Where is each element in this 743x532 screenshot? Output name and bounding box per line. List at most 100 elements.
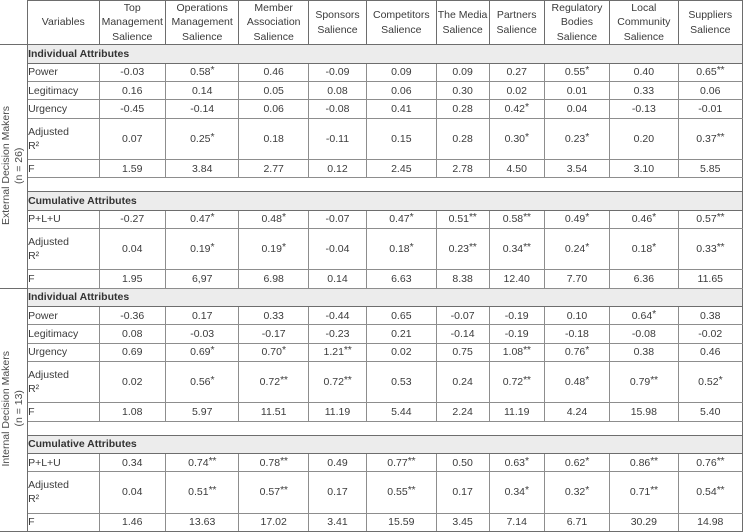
row-label: F <box>27 269 100 289</box>
table-cell: -0.36 <box>98 305 166 326</box>
row-label: Urgency <box>27 342 100 362</box>
header-col-competitors-salience: Competitors Salience <box>366 0 437 46</box>
row-label: P+L+U <box>27 209 100 229</box>
row-label: Power <box>27 62 100 83</box>
table-cell: 0.74** <box>164 452 240 473</box>
table-cell: 0.28 <box>435 117 490 161</box>
row-label: Adjusted R² <box>27 360 100 404</box>
table-cell: -0.08 <box>609 324 679 344</box>
table-cell: 0.12 <box>307 159 368 179</box>
table-cell: 0.48* <box>238 209 309 229</box>
table-cell: 0.47* <box>164 209 240 229</box>
table-cell: 0.49* <box>543 209 611 229</box>
table-cell: 1.59 <box>98 159 166 179</box>
table-cell: 0.33 <box>238 305 309 326</box>
table-cell: 0.46 <box>677 342 743 362</box>
table-cell: 8.38 <box>435 269 490 289</box>
table-row: Adjusted R² 0.02 0.56* 0.72** 0.72** 0.53 0.24 0… <box>0 360 743 404</box>
table-cell: 0.18* <box>609 227 679 271</box>
section-banner-row: External Decision Makers (n = 26) Individu… <box>0 44 743 289</box>
table-cell: 0.34 <box>98 452 166 473</box>
table-row: Legitimacy 0.08 -0.03 -0.17 -0.23 0.21 -0.14 -0… <box>0 324 743 344</box>
table-cell: 0.72** <box>307 360 368 404</box>
table-cell: 0.19* <box>164 227 240 271</box>
stats-table-container: Variables Top Management Salience Operat… <box>0 0 743 532</box>
row-label-line2: R² <box>28 493 40 506</box>
table-cell: -0.18 <box>543 324 611 344</box>
table-cell: 0.77** <box>366 452 437 473</box>
row-label-line2: R² <box>28 383 40 396</box>
table-cell: -0.07 <box>307 209 368 229</box>
table-cell: 1.08** <box>488 342 545 362</box>
table-cell: 0.21 <box>366 324 437 344</box>
table-cell: 0.09 <box>435 62 490 83</box>
table-cell: 4.50 <box>488 159 545 179</box>
table-cell: 11.19 <box>307 402 368 422</box>
table-row: Adjusted R² 0.04 0.51** 0.57** 0.17 0.55** 0.17… <box>0 471 743 514</box>
table-cell: 17.02 <box>238 512 309 532</box>
row-label: F <box>27 402 100 422</box>
table-cell: 0.76* <box>543 342 611 362</box>
table-cell: 2.78 <box>435 159 490 179</box>
table-row: F 1.59 3.84 2.77 0.12 2.45 2.78 4.50 3.54 3.10 5.8… <box>0 159 743 179</box>
table-cell: 0.53 <box>366 360 437 404</box>
table-cell: 11.65 <box>677 269 743 289</box>
row-label: Adjusted R² <box>27 471 100 514</box>
table-cell: 1.46 <box>98 512 166 532</box>
table-cell: 0.27 <box>488 62 545 83</box>
table-cell: 0.76** <box>677 452 743 473</box>
table-row: Power -0.36 0.17 0.33 -0.44 0.65 -0.07 -0.19 0.1… <box>0 305 743 326</box>
table-cell: 0.40 <box>609 62 679 83</box>
table-cell: 0.75 <box>435 342 490 362</box>
table-cell: 0.57** <box>677 209 743 229</box>
table-cell: 6.63 <box>366 269 437 289</box>
table-cell: 2.24 <box>435 402 490 422</box>
table-body: External Decision Makers (n = 26) Individu… <box>0 44 743 532</box>
table-cell: 0.18* <box>366 227 437 271</box>
table-cell: -0.14 <box>435 324 490 344</box>
table-cell: 0.56* <box>164 360 240 404</box>
row-label-line2: R² <box>28 250 40 263</box>
table-cell: 7.70 <box>543 269 611 289</box>
table-cell: 0.17 <box>164 305 240 326</box>
table-cell: 0.65 <box>366 305 437 326</box>
table-cell: 0.04 <box>543 99 611 119</box>
group-sample-size: (n = 13) <box>13 390 26 427</box>
table-cell: -0.04 <box>307 227 368 271</box>
table-cell: 3.54 <box>543 159 611 179</box>
table-cell: 0.41 <box>366 99 437 119</box>
table-cell: 0.34** <box>488 227 545 271</box>
header-col-suppliers-salience: Suppliers Salience <box>677 0 743 46</box>
row-label-line1: Adjusted <box>28 368 69 381</box>
table-cell: 0.57** <box>238 471 309 514</box>
table-cell: 0.07 <box>98 117 166 161</box>
row-label-line1: Adjusted <box>28 125 69 138</box>
table-cell: 0.17 <box>435 471 490 514</box>
row-label: F <box>27 512 100 532</box>
table-cell: 0.33** <box>677 227 743 271</box>
table-cell: 0.38 <box>677 305 743 326</box>
table-cell: 6.71 <box>543 512 611 532</box>
table-cell: 0.46* <box>609 209 679 229</box>
table-cell: 11.51 <box>238 402 309 422</box>
table-cell: 30.29 <box>609 512 679 532</box>
table-cell: -0.08 <box>307 99 368 119</box>
row-label-line1: Adjusted <box>28 479 69 492</box>
table-cell: 7.14 <box>488 512 545 532</box>
table-cell: 0.08 <box>98 324 166 344</box>
table-cell: 0.72** <box>488 360 545 404</box>
table-cell: -0.14 <box>164 99 240 119</box>
group-sample-size: (n = 26) <box>13 146 26 184</box>
table-cell: 0.54** <box>677 471 743 514</box>
table-cell: 0.64* <box>609 305 679 326</box>
table-row: Adjusted R² 0.07 0.25* 0.18 -0.11 0.15 0.28 0.30… <box>0 117 743 161</box>
table-cell: 0.23* <box>543 117 611 161</box>
table-cell: 0.04 <box>98 471 166 514</box>
table-cell: -0.17 <box>238 324 309 344</box>
header-col-regulatory-bodies-salience: Regulatory Bodies Salience <box>543 0 611 46</box>
table-cell: 2.77 <box>238 159 309 179</box>
table-cell: 0.33 <box>609 81 679 101</box>
table-cell: 0.19* <box>238 227 309 271</box>
table-cell: 0.34* <box>488 471 545 514</box>
table-cell: -0.07 <box>435 305 490 326</box>
